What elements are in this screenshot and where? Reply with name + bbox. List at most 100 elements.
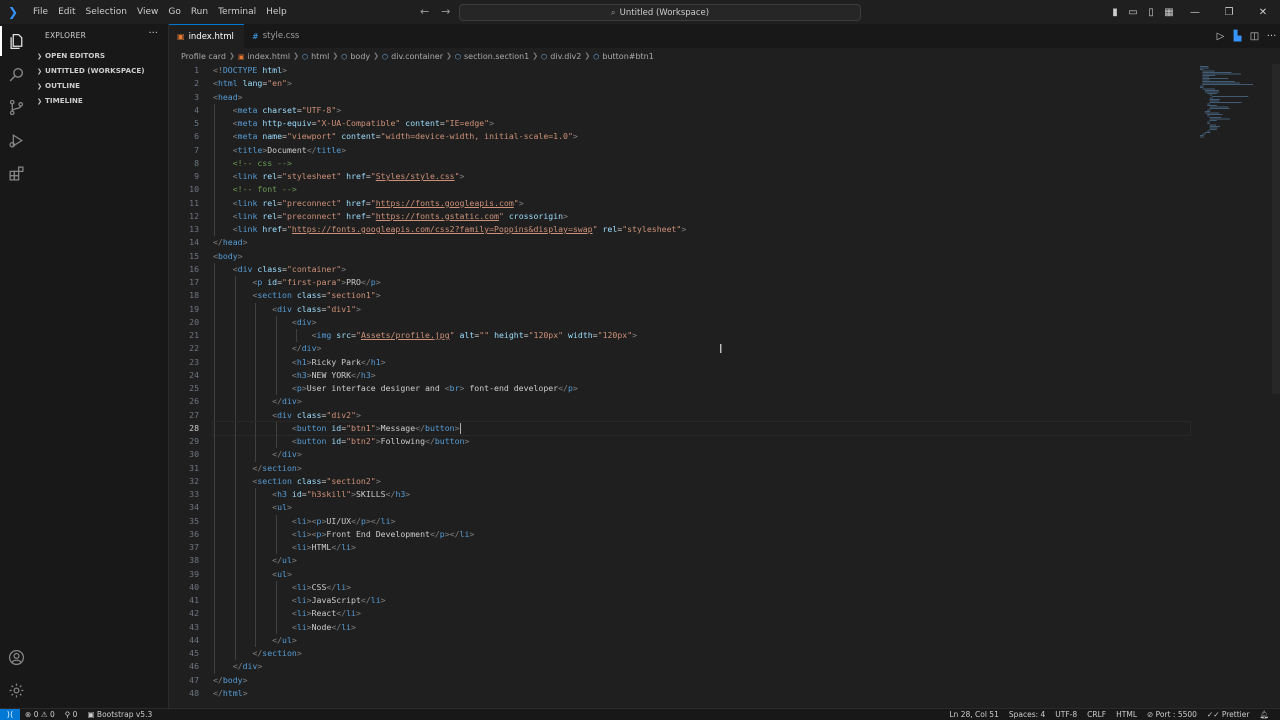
code-line[interactable]: </head>	[213, 236, 1190, 249]
code-line[interactable]: <div class="div2">	[213, 408, 1190, 422]
code-line[interactable]: <li>HTML</li>	[213, 541, 1190, 555]
code-line[interactable]: </div>	[213, 448, 1190, 462]
menu-item-view[interactable]: View	[132, 0, 163, 24]
code-line[interactable]: <li><p>Front End Development</p></li>	[213, 527, 1190, 541]
customize-layout-icon[interactable]: ▦	[1160, 7, 1178, 18]
toggle-secondary-sidebar-icon[interactable]: ▯	[1142, 7, 1160, 18]
code-line[interactable]: </section>	[213, 461, 1190, 475]
code-editor[interactable]: 1 2 3 4 5 6 7 8 9 10 11 12 13 14 15 16 17 18 19 20 21 22 23 24 2…	[169, 64, 1280, 708]
split-editor-icon[interactable]: ◫	[1246, 31, 1263, 42]
toggle-primary-sidebar-icon[interactable]: ▮	[1106, 7, 1124, 18]
code-line[interactable]: <!-- css -->	[213, 156, 1190, 170]
indentation[interactable]: Spaces: 4	[1004, 710, 1050, 719]
code-line[interactable]: </body>	[213, 674, 1190, 687]
code-line[interactable]: <h3>NEW YORK</h3>	[213, 368, 1190, 382]
code-line[interactable]: </div>	[213, 395, 1190, 409]
more-actions-icon[interactable]: ···	[1263, 31, 1280, 42]
bootstrap-extension-item[interactable]: ▣ Bootstrap v5.3	[82, 710, 157, 719]
code-line[interactable]: </div>	[213, 660, 1190, 674]
code-line[interactable]: </html>	[213, 687, 1190, 700]
sidebar-section-untitled-workspace[interactable]: ❯ UNTITLED (WORKSPACE)	[32, 63, 168, 78]
go-live-icon[interactable]: ▙	[1229, 31, 1246, 42]
forward-arrow-icon[interactable]: →	[441, 5, 450, 18]
back-arrow-icon[interactable]: ←	[420, 5, 429, 18]
explorer-icon[interactable]	[0, 26, 32, 56]
ports-indicator[interactable]: ⚲ 0	[60, 710, 83, 719]
code-line[interactable]: <body>	[213, 250, 1190, 263]
code-line[interactable]: <section class="section2">	[213, 474, 1190, 488]
remote-indicator-icon[interactable]: ⟩⟨	[0, 708, 20, 720]
code-line[interactable]: <ul>	[213, 501, 1190, 515]
code-line[interactable]: <link href="https://fonts.googleapis.com…	[213, 223, 1190, 237]
menu-item-terminal[interactable]: Terminal	[213, 0, 261, 24]
code-line[interactable]: <title>Document</title>	[213, 143, 1190, 157]
code-line[interactable]: <meta http-equiv="X-UA-Compatible" conte…	[213, 117, 1190, 131]
code-line[interactable]: <div>	[213, 315, 1190, 329]
code-line[interactable]: <section class="section1">	[213, 289, 1190, 303]
code-line[interactable]: <meta name="viewport" content="width=dev…	[213, 130, 1190, 144]
language-mode[interactable]: HTML	[1111, 710, 1142, 719]
menu-item-go[interactable]: Go	[163, 0, 185, 24]
code-line[interactable]: <ul>	[213, 567, 1190, 581]
breadcrumb-item[interactable]: ⬡ body	[341, 52, 370, 61]
tab-index-html[interactable]: ▣ index.html	[169, 24, 244, 48]
extensions-icon[interactable]	[0, 158, 32, 188]
code-line[interactable]: <p id="first-para">PRO</p>	[213, 276, 1190, 290]
sidebar-section-open-editors[interactable]: ❯ OPEN EDITORS	[32, 48, 168, 63]
breadcrumb-item[interactable]: ▣ index.html	[238, 52, 290, 61]
prettier-status[interactable]: ✓✓ Prettier	[1202, 710, 1255, 719]
code-line[interactable]: </ul>	[213, 554, 1190, 568]
code-line[interactable]: <img src="Assets/profile.jpg" alt="" hei…	[213, 329, 1190, 343]
live-server-port[interactable]: ⊘ Port : 5500	[1142, 710, 1202, 719]
code-line[interactable]: <li><p>UI/UX</p></li>	[213, 514, 1190, 528]
menu-item-selection[interactable]: Selection	[81, 0, 132, 24]
code-line[interactable]: </ul>	[213, 633, 1190, 647]
code-line[interactable]: <html lang="en">	[213, 77, 1190, 90]
menu-item-file[interactable]: File	[28, 0, 53, 24]
code-line[interactable]: <!-- font -->	[213, 183, 1190, 197]
code-line[interactable]: <link rel="preconnect" href="https://fon…	[213, 196, 1190, 210]
code-line[interactable]: </div>	[213, 342, 1190, 356]
code-line[interactable]: <p>User interface designer and <br> font…	[213, 382, 1190, 396]
code-line[interactable]: <meta charset="UTF-8">	[213, 103, 1190, 117]
code-area[interactable]: <!DOCTYPE html> <html lang="en"> <head> <m…	[212, 64, 1191, 700]
search-icon[interactable]	[0, 59, 32, 89]
code-line[interactable]: <button id="btn1">Message</button>	[212, 420, 1191, 437]
code-line[interactable]: <link rel="stylesheet" href="Styles/styl…	[213, 170, 1190, 184]
code-line[interactable]: <li>Node</li>	[213, 620, 1190, 634]
code-line[interactable]: </section>	[213, 647, 1190, 661]
run-and-debug-icon[interactable]	[0, 125, 32, 155]
sidebar-section-outline[interactable]: ❯ OUTLINE	[32, 78, 168, 93]
accounts-icon[interactable]	[0, 642, 32, 672]
end-of-line[interactable]: CRLF	[1082, 710, 1111, 719]
sidebar-section-timeline[interactable]: ❯ TIMELINE	[32, 93, 168, 108]
breadcrumb-item[interactable]: ⬡ div.div2	[541, 52, 581, 61]
code-line[interactable]: <head>	[213, 91, 1190, 104]
minimap[interactable]	[1198, 64, 1266, 144]
code-line[interactable]: <link rel="preconnect" href="https://fon…	[213, 209, 1190, 223]
run-icon[interactable]: ▷	[1212, 31, 1229, 42]
toggle-panel-icon[interactable]: ▭	[1124, 7, 1142, 18]
close-icon[interactable]: ✕	[1246, 7, 1280, 18]
breadcrumb-item[interactable]: ⬡ section.section1	[455, 52, 529, 61]
encoding[interactable]: UTF-8	[1050, 710, 1082, 719]
menu-item-edit[interactable]: Edit	[53, 0, 80, 24]
breadcrumb-item[interactable]: ⬡ div.container	[382, 52, 443, 61]
tab-style-css[interactable]: # style.css	[244, 24, 314, 48]
code-line[interactable]: <li>JavaScript</li>	[213, 594, 1190, 608]
vertical-scrollbar[interactable]	[1272, 64, 1280, 394]
manage-gear-icon[interactable]	[0, 675, 32, 705]
notifications-bell-icon[interactable]: 🔔︎	[1254, 710, 1274, 719]
minimize-icon[interactable]: —	[1178, 7, 1212, 18]
breadcrumb-item[interactable]: ⬡ button#btn1	[593, 52, 654, 61]
breadcrumb-item[interactable]: ⬡ html	[302, 52, 329, 61]
code-line[interactable]: <div class="container">	[213, 262, 1190, 276]
code-line[interactable]: <li>CSS</li>	[213, 580, 1190, 594]
breadcrumb-item[interactable]: Profile card	[181, 52, 226, 61]
cursor-position[interactable]: Ln 28, Col 51	[944, 710, 1003, 719]
command-center-search[interactable]: ⌕ Untitled (Workspace)	[459, 4, 861, 21]
restore-icon[interactable]: ❐	[1212, 7, 1246, 18]
menu-item-help[interactable]: Help	[261, 0, 292, 24]
code-line[interactable]: <li>React</li>	[213, 607, 1190, 621]
code-line[interactable]: <div class="div1">	[213, 302, 1190, 316]
